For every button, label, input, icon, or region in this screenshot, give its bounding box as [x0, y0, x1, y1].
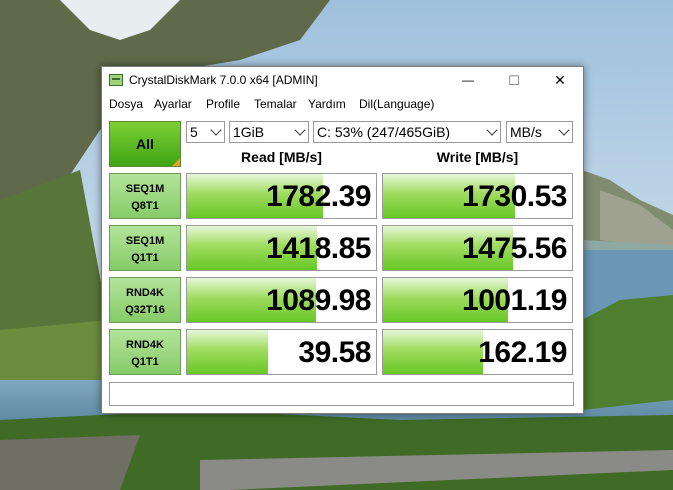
chevron-down-icon: [486, 124, 498, 136]
read-value: 1418.85: [266, 232, 371, 265]
test-button-rnd4k-q1t1[interactable]: RND4K Q1T1: [109, 329, 181, 375]
read-value: 1089.98: [266, 284, 371, 317]
write-result: 162.19: [382, 329, 573, 375]
test-name: RND4K: [126, 287, 164, 299]
window-title: CrystalDiskMark 7.0.0 x64 [ADMIN]: [129, 73, 318, 87]
chevron-down-icon: [210, 124, 222, 136]
chevron-down-icon: [294, 124, 306, 136]
write-value: 162.19: [478, 336, 567, 369]
maximize-button[interactable]: ☐: [491, 67, 537, 94]
write-result: 1001.19: [382, 277, 573, 323]
drive-value: C: 53% (247/465GiB): [317, 124, 451, 140]
menu-help[interactable]: Yardım: [308, 97, 346, 111]
comment-field[interactable]: [109, 382, 574, 406]
write-result: 1475.56: [382, 225, 573, 271]
read-value: 39.58: [298, 336, 371, 369]
write-value: 1001.19: [462, 284, 567, 317]
unit-select[interactable]: MB/s: [506, 121, 573, 143]
test-button-rnd4k-q32t16[interactable]: RND4K Q32T16: [109, 277, 181, 323]
read-result: 1418.85: [186, 225, 377, 271]
test-name: SEQ1M: [125, 183, 165, 195]
minimize-button[interactable]: —: [445, 67, 491, 94]
test-button-seq1m-q8t1[interactable]: SEQ1M Q8T1: [109, 173, 181, 219]
corner-indicator: [172, 158, 180, 166]
read-result: 1089.98: [186, 277, 377, 323]
write-value: 1730.53: [462, 180, 567, 213]
run-all-label: All: [136, 136, 154, 152]
test-count-select[interactable]: 5: [186, 121, 225, 143]
read-bar: [187, 330, 269, 374]
test-size-value: 1GiB: [233, 124, 265, 140]
menu-settings[interactable]: Ayarlar: [154, 97, 192, 111]
close-button[interactable]: ✕: [537, 67, 583, 94]
test-size-select[interactable]: 1GiB: [229, 121, 309, 143]
read-value: 1782.39: [266, 180, 371, 213]
test-name: RND4K: [126, 339, 164, 351]
test-name: SEQ1M: [125, 235, 165, 247]
write-value: 1475.56: [462, 232, 567, 265]
main-panel: All 5 1GiB C: 53% (247/465GiB) MB/s Read…: [102, 114, 583, 413]
menu-themes[interactable]: Temalar: [254, 97, 297, 111]
chevron-down-icon: [558, 124, 570, 136]
write-bar: [383, 330, 484, 374]
test-button-seq1m-q1t1[interactable]: SEQ1M Q1T1: [109, 225, 181, 271]
title-bar[interactable]: CrystalDiskMark 7.0.0 x64 [ADMIN] — ☐ ✕: [102, 67, 583, 94]
write-column-header: Write [MB/s]: [436, 149, 519, 165]
menu-profile[interactable]: Profile: [206, 97, 240, 111]
test-params: Q8T1: [131, 200, 159, 212]
unit-value: MB/s: [510, 124, 542, 140]
read-result: 1782.39: [186, 173, 377, 219]
menu-file[interactable]: Dosya: [109, 97, 143, 111]
read-column-header: Read [MB/s]: [241, 149, 322, 165]
test-params: Q1T1: [131, 356, 159, 368]
app-icon: [109, 74, 123, 86]
menu-language[interactable]: Dil(Language): [359, 97, 434, 111]
run-all-button[interactable]: All: [109, 121, 181, 167]
read-result: 39.58: [186, 329, 377, 375]
drive-select[interactable]: C: 53% (247/465GiB): [313, 121, 501, 143]
test-params: Q32T16: [125, 304, 165, 316]
menu-bar: Dosya Ayarlar Profile Temalar Yardım Dil…: [102, 94, 583, 114]
crystaldiskmark-window: CrystalDiskMark 7.0.0 x64 [ADMIN] — ☐ ✕ …: [101, 66, 584, 414]
test-count-value: 5: [190, 124, 198, 140]
test-params: Q1T1: [131, 252, 159, 264]
write-result: 1730.53: [382, 173, 573, 219]
